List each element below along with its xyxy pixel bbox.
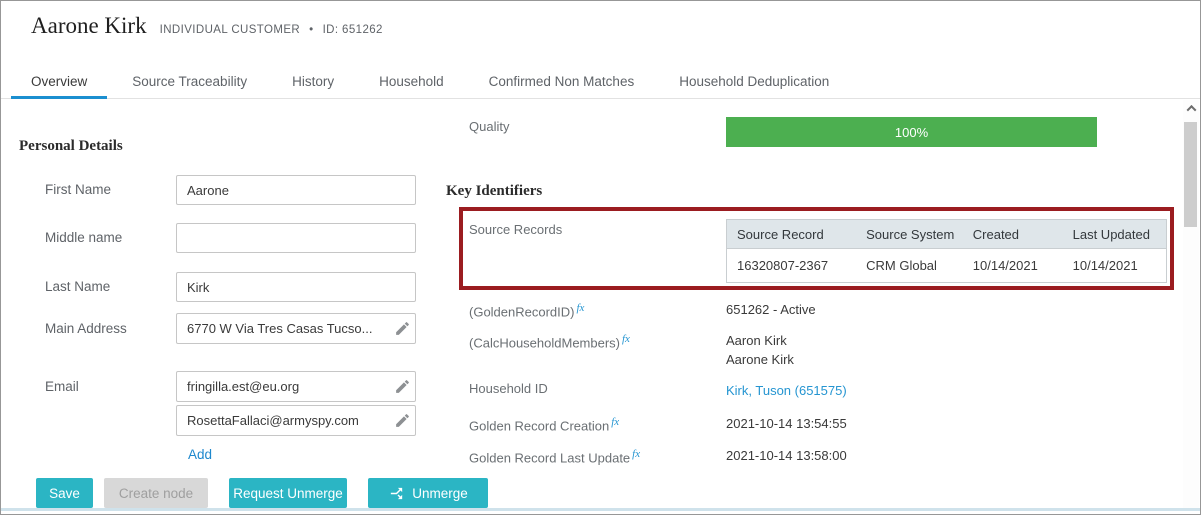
household-id-label: Household ID (469, 381, 548, 397)
cell-source-record: 16320807-2367 (727, 249, 857, 283)
create-node-button[interactable]: Create node (104, 478, 208, 508)
fx-function-icon: fx (611, 416, 619, 428)
pencil-icon (394, 412, 411, 429)
tab-household[interactable]: Household (359, 65, 464, 98)
main-address-input[interactable] (177, 314, 389, 343)
main-address-field (176, 313, 416, 344)
household-id-value: Kirk, Tuson (651575) (726, 381, 847, 400)
table-row[interactable]: 16320807-2367 CRM Global 10/14/2021 10/1… (727, 249, 1167, 283)
personal-details-heading: Personal Details (19, 138, 123, 155)
golden-record-creation-label: Golden Record Creationfx (469, 414, 619, 434)
save-button[interactable]: Save (36, 478, 93, 508)
last-name-input[interactable] (176, 272, 416, 302)
tab-history[interactable]: History (272, 65, 354, 98)
pencil-icon (394, 320, 411, 337)
source-records-label: Source Records (469, 222, 562, 238)
email-field-1 (176, 371, 416, 402)
golden-record-id-label: (GoldenRecordID)fx (469, 300, 584, 320)
add-email-link[interactable]: Add (188, 447, 212, 462)
golden-record-id-value: 651262 - Active (726, 300, 816, 319)
calc-household-members-label: (CalcHouseholdMembers)fx (469, 331, 630, 351)
key-identifiers-heading: Key Identifiers (446, 183, 542, 200)
quality-progress-bar: 100% (726, 117, 1097, 147)
record-meta: INDIVIDUAL CUSTOMER • ID: 651262 (160, 24, 383, 36)
unmerge-button-label: Unmerge (412, 486, 468, 501)
cell-created: 10/14/2021 (963, 249, 1063, 283)
tab-overview[interactable]: Overview (11, 65, 107, 98)
quality-label: Quality (469, 119, 509, 135)
calc-household-members-value: Aaron Kirk Aarone Kirk (726, 331, 794, 369)
record-type-label: INDIVIDUAL CUSTOMER (160, 24, 301, 36)
horizontal-scrollbar[interactable] (1, 508, 1200, 511)
chevron-up-icon (1186, 104, 1196, 114)
quality-progress-value: 100% (895, 125, 928, 140)
household-member-2: Aarone Kirk (726, 350, 794, 369)
pencil-icon (394, 378, 411, 395)
middle-name-label: Middle name (45, 230, 122, 246)
tab-confirmed-non-matches[interactable]: Confirmed Non Matches (469, 65, 655, 98)
tab-bar: Overview Source Traceability History Hou… (1, 65, 1200, 99)
record-content: Personal Details First Name Middle name … (1, 99, 1200, 514)
email-input-2[interactable] (177, 406, 389, 435)
golden-record-last-update-value: 2021-10-14 13:58:00 (726, 446, 847, 465)
record-id: ID: 651262 (323, 24, 383, 36)
household-record-link[interactable]: Kirk, Tuson (651575) (726, 383, 847, 398)
col-source-record: Source Record (727, 220, 857, 249)
edit-email-2-button[interactable] (389, 406, 415, 435)
middle-name-input[interactable] (176, 223, 416, 253)
golden-record-last-update-label: Golden Record Last Updatefx (469, 446, 640, 466)
main-address-label: Main Address (45, 321, 127, 337)
email-input-1[interactable] (177, 372, 389, 401)
vertical-scrollbar[interactable] (1183, 100, 1199, 508)
request-unmerge-button[interactable]: Request Unmerge (229, 478, 347, 508)
customer-record-page: Aarone Kirk INDIVIDUAL CUSTOMER • ID: 65… (0, 0, 1201, 515)
fx-function-icon: fx (577, 302, 585, 314)
col-created: Created (963, 220, 1063, 249)
unmerge-split-icon (388, 485, 405, 502)
fx-function-icon: fx (622, 333, 630, 345)
meta-separator-dot: • (309, 24, 313, 36)
col-source-system: Source System (856, 220, 963, 249)
scroll-up-button[interactable] (1183, 100, 1199, 116)
col-last-updated: Last Updated (1063, 220, 1167, 249)
edit-main-address-button[interactable] (389, 314, 415, 343)
record-header: Aarone Kirk INDIVIDUAL CUSTOMER • ID: 65… (31, 13, 383, 39)
household-member-1: Aaron Kirk (726, 331, 794, 350)
email-field-2 (176, 405, 416, 436)
golden-record-creation-value: 2021-10-14 13:54:55 (726, 414, 847, 433)
page-title: Aarone Kirk (31, 13, 147, 39)
last-name-label: Last Name (45, 279, 110, 295)
unmerge-button[interactable]: Unmerge (368, 478, 488, 508)
source-records-table: Source Record Source System Created Last… (726, 219, 1167, 283)
cell-source-system: CRM Global (856, 249, 963, 283)
cell-last-updated: 10/14/2021 (1063, 249, 1167, 283)
source-records-header-row: Source Record Source System Created Last… (727, 220, 1167, 249)
tab-source-traceability[interactable]: Source Traceability (112, 65, 267, 98)
scrollbar-thumb[interactable] (1184, 122, 1197, 227)
edit-email-1-button[interactable] (389, 372, 415, 401)
first-name-label: First Name (45, 182, 111, 198)
fx-function-icon: fx (632, 448, 640, 460)
email-label: Email (45, 379, 79, 395)
tab-household-deduplication[interactable]: Household Deduplication (659, 65, 849, 98)
first-name-input[interactable] (176, 175, 416, 205)
